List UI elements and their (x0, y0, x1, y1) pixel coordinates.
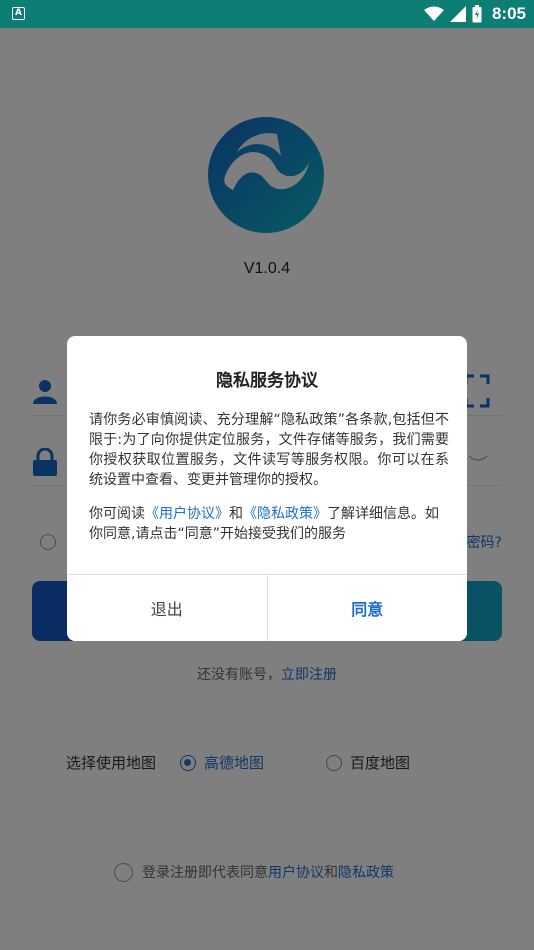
clock: 8:05 (491, 4, 526, 23)
privacy-dialog: 隐私服务协议 请你务必审慎阅读、充分理解“隐私政策”各条款,包括但不限于:为了向… (67, 336, 467, 641)
signal-icon (449, 6, 466, 22)
status-icons: 8:05 (423, 0, 526, 28)
dialog-buttons: 退出 同意 (67, 574, 467, 641)
read-prefix: 你可阅读 (89, 506, 145, 522)
exit-button[interactable]: 退出 (67, 575, 268, 641)
dialog-title: 隐私服务协议 (216, 371, 318, 391)
notification-app-icon: A (12, 7, 25, 20)
dialog-privacy-policy-link[interactable]: 《隐私政策》 (243, 506, 327, 522)
battery-icon (472, 5, 482, 23)
wifi-icon (423, 6, 444, 21)
dialog-body: 请你务必审慎阅读、充分理解“隐私政策”各条款,包括但不限于:为了向你提供定位服务… (89, 412, 449, 488)
agree-button[interactable]: 同意 (268, 575, 468, 641)
read-and: 和 (229, 506, 243, 522)
dialog-read-more: 你可阅读《用户协议》和《隐私政策》了解详细信息。如你同意,请点击“同意”开始接受… (89, 504, 449, 544)
dialog-user-agreement-link[interactable]: 《用户协议》 (145, 506, 229, 522)
status-bar: A 8:05 (0, 0, 534, 28)
